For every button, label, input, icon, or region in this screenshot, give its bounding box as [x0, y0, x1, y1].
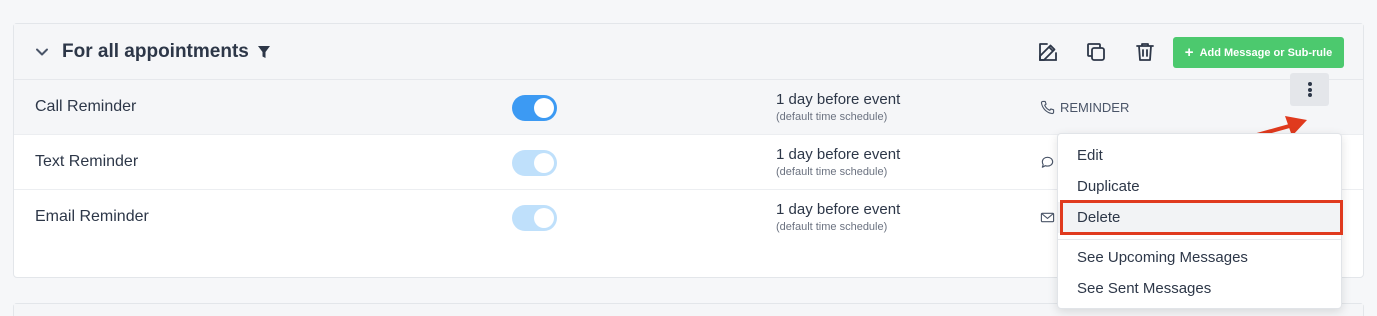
group-title: For all appointments	[62, 41, 249, 62]
schedule: 1 day before event (default time schedul…	[776, 201, 900, 233]
message-type: REMINDER	[1040, 100, 1129, 115]
menu-item-see-upcoming[interactable]: See Upcoming Messages	[1058, 242, 1341, 273]
trash-icon[interactable]	[1133, 40, 1157, 64]
schedule-text: 1 day before event	[776, 201, 901, 218]
add-message-button[interactable]: + Add Message or Sub-rule	[1173, 37, 1344, 68]
phone-icon	[1040, 100, 1055, 115]
schedule-note: (default time schedule)	[776, 166, 888, 178]
schedule-note: (default time schedule)	[776, 111, 888, 123]
rule-row[interactable]: Call Reminder 1 day before event (defaul…	[14, 80, 1363, 135]
envelope-icon	[1040, 212, 1055, 223]
schedule-note: (default time schedule)	[776, 221, 888, 233]
add-message-label: Add Message or Sub-rule	[1199, 46, 1333, 59]
copy-icon[interactable]	[1084, 40, 1108, 64]
menu-item-edit[interactable]: Edit	[1058, 140, 1341, 171]
edit-icon[interactable]	[1036, 40, 1060, 64]
chat-bubble-icon	[1041, 156, 1054, 168]
rule-group-header: For all appointments + Add Message or Su…	[14, 24, 1363, 80]
schedule-text: 1 day before event	[776, 146, 901, 163]
more-options-button[interactable]	[1290, 73, 1329, 106]
plus-icon: +	[1184, 44, 1194, 61]
menu-divider	[1058, 239, 1341, 240]
message-type	[1040, 155, 1055, 170]
filter-icon[interactable]	[257, 44, 271, 60]
schedule: 1 day before event (default time schedul…	[776, 146, 900, 178]
annotation-highlight	[1060, 200, 1343, 235]
chevron-down-icon[interactable]	[34, 44, 50, 60]
enabled-toggle[interactable]	[512, 150, 557, 176]
schedule: 1 day before event (default time schedul…	[776, 91, 900, 123]
schedule-text: 1 day before event	[776, 91, 901, 108]
rule-name: Call Reminder	[35, 98, 137, 115]
message-type-label: REMINDER	[1060, 100, 1130, 115]
vertical-dots-icon	[1307, 81, 1312, 99]
enabled-toggle[interactable]	[512, 205, 557, 231]
menu-item-see-sent[interactable]: See Sent Messages	[1058, 273, 1341, 304]
message-type	[1040, 210, 1055, 225]
enabled-toggle[interactable]	[512, 95, 557, 121]
rule-name: Email Reminder	[35, 208, 149, 225]
rule-name: Text Reminder	[35, 153, 139, 170]
menu-item-duplicate[interactable]: Duplicate	[1058, 171, 1341, 202]
